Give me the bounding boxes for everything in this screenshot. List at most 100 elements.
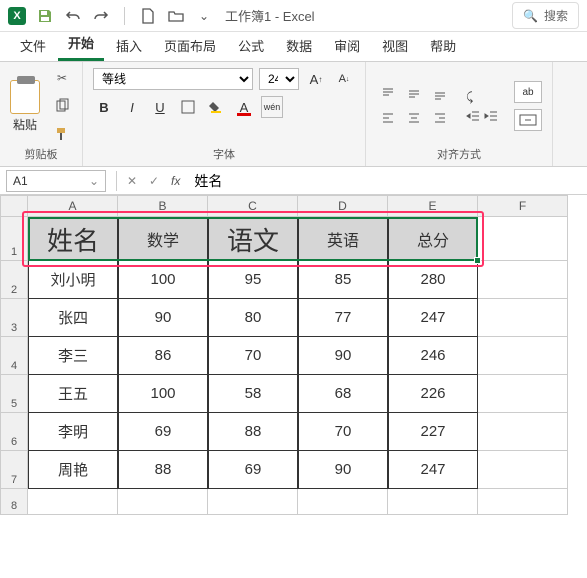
cell-f8[interactable]	[478, 489, 568, 515]
font-color-button[interactable]: A	[233, 96, 255, 118]
cell-b6[interactable]: 69	[118, 413, 208, 451]
qat-overflow-icon[interactable]: ⌄	[195, 7, 213, 25]
tab-home[interactable]: 开始	[58, 27, 104, 61]
tab-page-layout[interactable]: 页面布局	[154, 30, 226, 61]
format-painter-icon[interactable]	[52, 124, 72, 144]
row-header-3[interactable]: 3	[0, 299, 28, 337]
cell-c2[interactable]: 95	[208, 261, 298, 299]
cancel-formula-icon[interactable]: ✕	[121, 174, 143, 188]
font-name-select[interactable]: 等线	[93, 68, 253, 90]
selection-handle[interactable]	[474, 257, 481, 264]
merge-cells-button[interactable]	[514, 109, 542, 131]
cell-c4[interactable]: 70	[208, 337, 298, 375]
row-header-8[interactable]: 8	[0, 489, 28, 515]
cell-d7[interactable]: 90	[298, 451, 388, 489]
new-file-icon[interactable]	[139, 7, 157, 25]
decrease-indent-icon[interactable]	[466, 109, 480, 123]
cell-b5[interactable]: 100	[118, 375, 208, 413]
cell-b4[interactable]: 86	[118, 337, 208, 375]
tab-view[interactable]: 视图	[372, 30, 418, 61]
cut-icon[interactable]: ✂	[52, 68, 72, 88]
cell-d6[interactable]: 70	[298, 413, 388, 451]
underline-button[interactable]: U	[149, 96, 171, 118]
cell-a6[interactable]: 李明	[28, 413, 118, 451]
cell-a8[interactable]	[28, 489, 118, 515]
italic-button[interactable]: I	[121, 96, 143, 118]
cell-b8[interactable]	[118, 489, 208, 515]
row-header-2[interactable]: 2	[0, 261, 28, 299]
cell-d3[interactable]: 77	[298, 299, 388, 337]
cell-e7[interactable]: 247	[388, 451, 478, 489]
open-folder-icon[interactable]	[167, 7, 185, 25]
col-header-a[interactable]: A	[28, 195, 118, 217]
decrease-font-icon[interactable]: A↓	[333, 68, 355, 90]
worksheet[interactable]: A B C D E F 1 姓名 数学 语文 英语 总分 2 刘小明 100 9…	[0, 195, 587, 515]
formula-input[interactable]	[186, 173, 587, 189]
cell-f6[interactable]	[478, 413, 568, 451]
cell-d2[interactable]: 85	[298, 261, 388, 299]
enter-formula-icon[interactable]: ✓	[143, 174, 165, 188]
copy-icon[interactable]	[52, 96, 72, 116]
search-box[interactable]: 🔍 搜索	[512, 2, 579, 29]
paste-label[interactable]: 粘贴	[13, 116, 37, 133]
row-header-7[interactable]: 7	[0, 451, 28, 489]
col-header-f[interactable]: F	[478, 195, 568, 217]
fill-color-button[interactable]	[205, 96, 227, 118]
cell-f5[interactable]	[478, 375, 568, 413]
cell-c7[interactable]: 69	[208, 451, 298, 489]
align-middle-icon[interactable]	[402, 83, 426, 105]
cell-f7[interactable]	[478, 451, 568, 489]
align-right-icon[interactable]	[428, 107, 452, 129]
col-header-e[interactable]: E	[388, 195, 478, 217]
cell-c8[interactable]	[208, 489, 298, 515]
tab-file[interactable]: 文件	[10, 30, 56, 61]
bold-button[interactable]: B	[93, 96, 115, 118]
cell-d8[interactable]	[298, 489, 388, 515]
cell-b7[interactable]: 88	[118, 451, 208, 489]
cell-a5[interactable]: 王五	[28, 375, 118, 413]
save-icon[interactable]	[36, 7, 54, 25]
font-size-select[interactable]: 24	[259, 68, 299, 90]
align-top-icon[interactable]	[376, 83, 400, 105]
phonetic-button[interactable]: wén	[261, 96, 283, 118]
row-header-6[interactable]: 6	[0, 413, 28, 451]
cell-d5[interactable]: 68	[298, 375, 388, 413]
cell-e5[interactable]: 226	[388, 375, 478, 413]
cell-a7[interactable]: 周艳	[28, 451, 118, 489]
cell-a2[interactable]: 刘小明	[28, 261, 118, 299]
select-all-corner[interactable]	[0, 195, 28, 217]
cell-e2[interactable]: 280	[388, 261, 478, 299]
cell-b3[interactable]: 90	[118, 299, 208, 337]
tab-insert[interactable]: 插入	[106, 30, 152, 61]
col-header-d[interactable]: D	[298, 195, 388, 217]
cell-e6[interactable]: 227	[388, 413, 478, 451]
name-box-dropdown-icon[interactable]: ⌄	[89, 174, 99, 188]
name-box[interactable]: A1 ⌄	[6, 170, 106, 192]
tab-formulas[interactable]: 公式	[228, 30, 274, 61]
align-center-icon[interactable]	[402, 107, 426, 129]
fx-icon[interactable]: fx	[171, 174, 180, 188]
align-bottom-icon[interactable]	[428, 83, 452, 105]
align-left-icon[interactable]	[376, 107, 400, 129]
cell-a4[interactable]: 李三	[28, 337, 118, 375]
cell-b2[interactable]: 100	[118, 261, 208, 299]
cell-f2[interactable]	[478, 261, 568, 299]
col-header-b[interactable]: B	[118, 195, 208, 217]
paste-icon[interactable]	[10, 80, 40, 114]
increase-indent-icon[interactable]	[484, 109, 498, 123]
border-button[interactable]	[177, 96, 199, 118]
cell-e4[interactable]: 246	[388, 337, 478, 375]
cell-c5[interactable]: 58	[208, 375, 298, 413]
cell-e8[interactable]	[388, 489, 478, 515]
cell-c6[interactable]: 88	[208, 413, 298, 451]
cell-f1[interactable]	[478, 217, 568, 261]
cell-e3[interactable]: 247	[388, 299, 478, 337]
cell-e1[interactable]: 总分	[388, 217, 478, 261]
cell-f4[interactable]	[478, 337, 568, 375]
tab-data[interactable]: 数据	[276, 30, 322, 61]
row-header-5[interactable]: 5	[0, 375, 28, 413]
orientation-icon[interactable]: ⤹	[466, 90, 473, 105]
row-header-4[interactable]: 4	[0, 337, 28, 375]
cell-b1[interactable]: 数学	[118, 217, 208, 261]
row-header-1[interactable]: 1	[0, 217, 28, 261]
